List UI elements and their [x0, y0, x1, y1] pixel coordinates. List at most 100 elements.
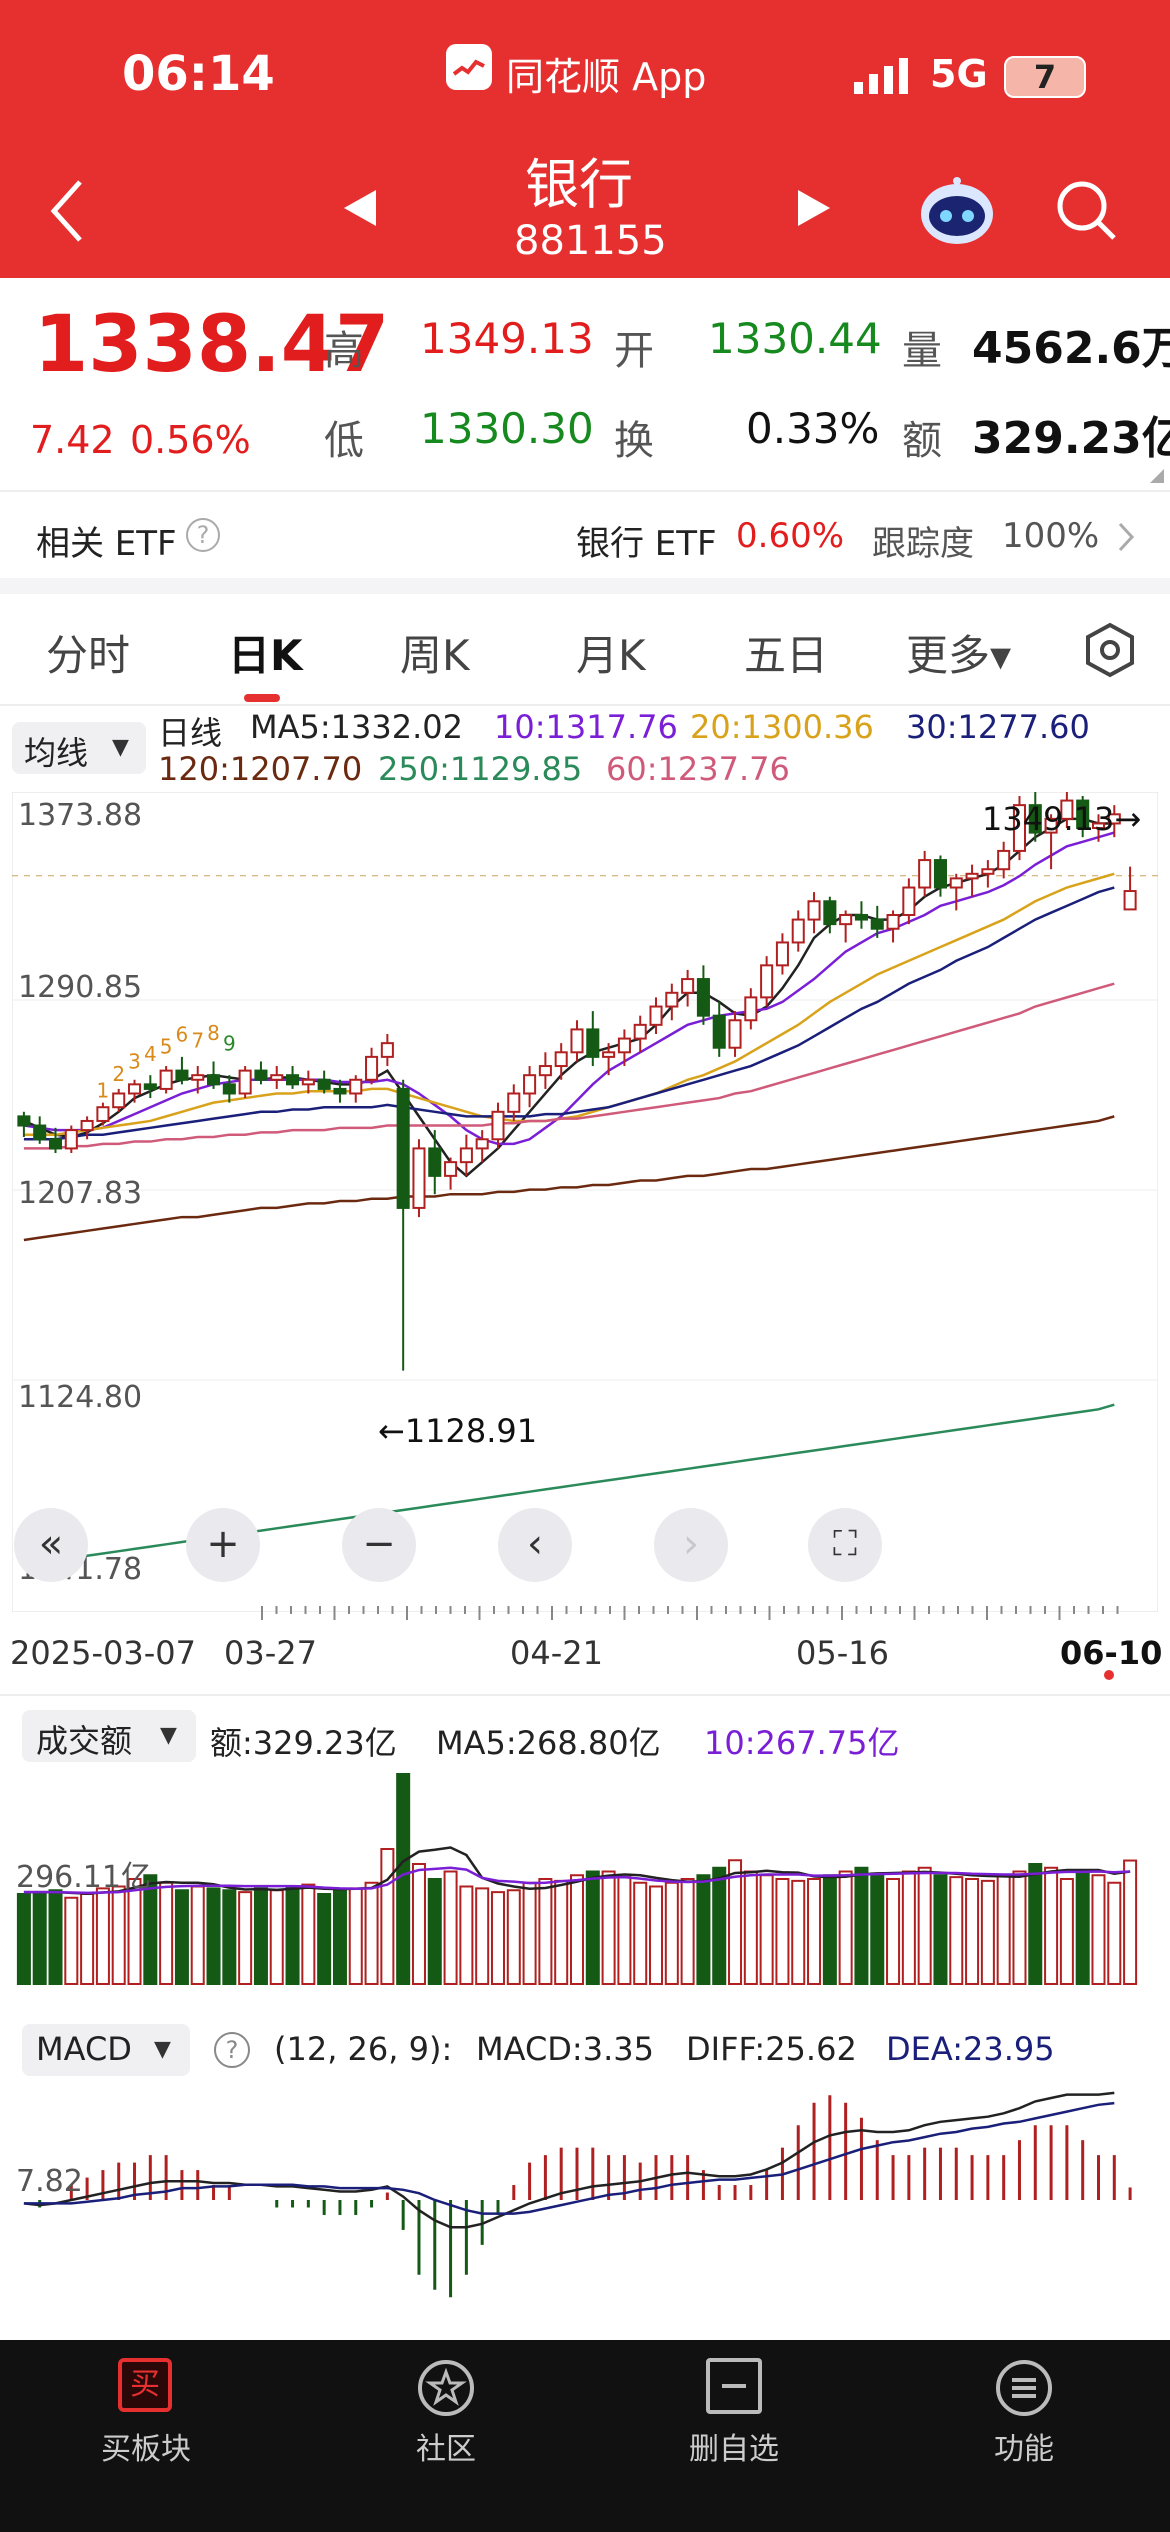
candle-up: [475, 1138, 489, 1150]
macd-chart[interactable]: [12, 2080, 1158, 2300]
candle-up: [760, 964, 774, 999]
volume-bar: [16, 1893, 31, 1985]
scroll-left-double-button[interactable]: «: [14, 1508, 88, 1582]
tab-intraday[interactable]: 分时: [46, 622, 130, 683]
macd-selector[interactable]: MACD ▼: [22, 2024, 190, 2076]
period-label: 日线: [158, 714, 223, 752]
divider: [0, 704, 1170, 706]
candle-down: [48, 1138, 63, 1150]
volume-bar: [965, 1878, 980, 1985]
candle-down: [317, 1078, 331, 1090]
candle-down: [854, 913, 868, 921]
zoom-in-button[interactable]: +: [186, 1508, 260, 1582]
volume-bar: [633, 1881, 648, 1985]
fullscreen-button[interactable]: ⛶: [808, 1508, 882, 1582]
tracking-label: 跟踪度: [872, 524, 974, 564]
macd-help-icon[interactable]: ?: [214, 2032, 250, 2068]
community-icon: [416, 2358, 476, 2418]
volume-bar: [206, 1887, 221, 1985]
volume-bar: [854, 1866, 869, 1985]
price-change-pct: 0.56%: [130, 418, 251, 462]
volume-bar: [980, 1879, 995, 1985]
volume-selector[interactable]: 成交额 ▼: [22, 1710, 196, 1762]
volume-bar: [680, 1878, 695, 1985]
amount-label: 额: [902, 418, 942, 464]
volume-bar: [807, 1878, 822, 1985]
y-label-1: 1373.88: [18, 798, 143, 833]
triangle-left-icon[interactable]: [340, 188, 380, 228]
settings-hexagon-icon[interactable]: [1084, 622, 1136, 678]
volume-bar: [459, 1885, 474, 1985]
divider: [0, 490, 1170, 492]
nav-item-buy[interactable]: 买 买板块: [46, 2340, 246, 2532]
zoom-out-button[interactable]: −: [342, 1508, 416, 1582]
macd-params: (12, 26, 9):: [274, 2030, 453, 2068]
candle-up: [681, 978, 695, 994]
signal-icon: [854, 56, 914, 94]
macd-selector-label: MACD: [36, 2030, 132, 2068]
volume-bar: [728, 1859, 743, 1985]
volume-bar: [838, 1870, 853, 1985]
battery-level: 7: [1033, 58, 1057, 96]
search-icon[interactable]: [1054, 178, 1120, 244]
nav-item-community[interactable]: 社区: [346, 2340, 546, 2532]
section-gap: [0, 578, 1170, 594]
candle-up: [238, 1069, 252, 1095]
nine-turn-marker: 5: [160, 1034, 173, 1058]
scroll-left-button[interactable]: ‹: [498, 1508, 572, 1582]
volume-value: 4562.6万: [972, 323, 1170, 374]
diff-line: [23, 2091, 1115, 2229]
remove-watchlist-icon: [706, 2358, 762, 2414]
nav-item-remove-watchlist[interactable]: 删自选: [634, 2340, 834, 2532]
candle-down: [586, 1028, 600, 1058]
volume-ma10: 10:267.75亿: [704, 1724, 900, 1762]
status-time: 06:14: [122, 46, 275, 102]
chevron-left-icon[interactable]: [48, 176, 88, 246]
volume-bar: [775, 1878, 790, 1985]
tab-monthly-k[interactable]: 月K: [576, 622, 646, 683]
current-date-dot: [1104, 1670, 1114, 1680]
candle-up: [412, 1147, 426, 1209]
ma-selector[interactable]: 均线 ▼: [12, 722, 146, 774]
volume-bar: [886, 1878, 901, 1985]
page-title: 银行: [525, 153, 633, 216]
macd-diff: DIFF:25.62: [686, 2030, 857, 2068]
candle-up: [127, 1083, 142, 1095]
candle-down: [933, 859, 947, 889]
date-label-1: 2025-03-07: [10, 1634, 196, 1672]
help-icon[interactable]: ?: [186, 518, 220, 552]
tab-five-day[interactable]: 五日: [744, 622, 828, 683]
nav-item-functions[interactable]: 功能: [924, 2340, 1124, 2532]
candle-down: [428, 1147, 442, 1177]
tab-more[interactable]: 更多▾: [906, 622, 1011, 683]
open-value: 1330.44: [708, 314, 882, 363]
nav-label-remove-watchlist: 删自选: [689, 2432, 779, 2467]
candle-up: [665, 991, 679, 1008]
tab-daily-k[interactable]: 日K: [228, 622, 303, 683]
candle-up: [997, 849, 1011, 871]
minus-icon: −: [362, 1521, 396, 1567]
ma250-label: 250:1129.85: [378, 750, 583, 788]
candle-up: [1123, 890, 1137, 911]
robot-icon[interactable]: [918, 176, 996, 246]
candle-up: [444, 1161, 458, 1177]
volume-bar: [696, 1874, 711, 1985]
volume-bar: [111, 1885, 126, 1985]
volume-bar: [332, 1889, 347, 1985]
tab-weekly-k[interactable]: 周K: [400, 622, 470, 683]
candle-up: [617, 1037, 631, 1054]
expand-corner-icon[interactable]: [1150, 468, 1164, 483]
kline-chart[interactable]: 123 4 56 7 8 9: [12, 792, 1158, 1612]
nav-label-functions: 功能: [994, 2432, 1054, 2467]
volume-bar: [475, 1887, 490, 1985]
volume-bar: [554, 1879, 569, 1985]
candle-up: [886, 913, 900, 930]
triangle-right-icon[interactable]: [794, 188, 834, 228]
volume-chart[interactable]: [12, 1764, 1158, 1990]
related-etf-row[interactable]: 相关 ETF ? 银行 ETF 0.60% 跟踪度 100%: [0, 494, 1170, 578]
scroll-right-button[interactable]: ›: [654, 1508, 728, 1582]
candle-down: [207, 1074, 221, 1086]
volume-bar: [285, 1885, 300, 1985]
dropdown-caret-icon: ▼: [160, 1723, 177, 1748]
candle-down: [712, 1014, 726, 1049]
